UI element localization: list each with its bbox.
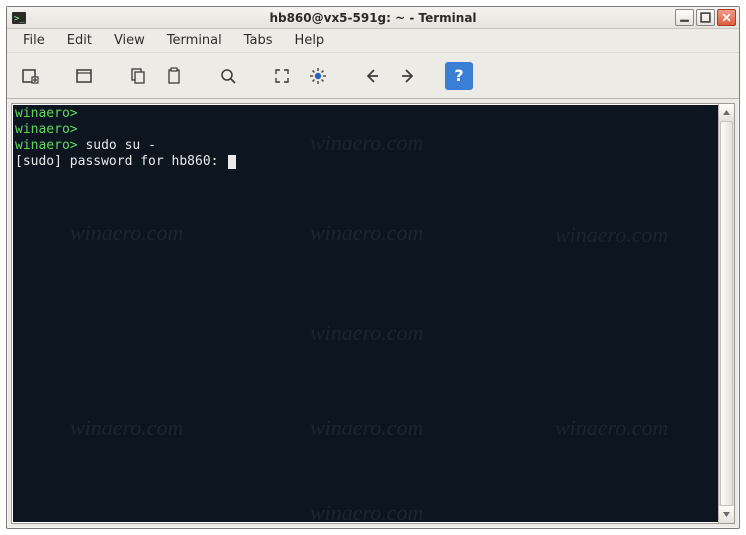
svg-text:>_: >_ bbox=[14, 14, 25, 24]
close-button[interactable] bbox=[717, 9, 736, 26]
scrollbar[interactable] bbox=[718, 104, 734, 523]
app-icon: >_ bbox=[11, 10, 27, 26]
scroll-up-icon[interactable] bbox=[719, 104, 734, 121]
terminal-line: [sudo] password for hb860: bbox=[15, 154, 731, 170]
window-controls bbox=[675, 9, 739, 26]
terminal-line: winaero> bbox=[15, 106, 731, 122]
back-icon[interactable] bbox=[355, 59, 389, 93]
window-title: hb860@vx5-591g: ~ - Terminal bbox=[7, 11, 739, 25]
terminal-container: winaero> winaero> winaero> sudo su - [su… bbox=[11, 103, 735, 524]
terminal-line: winaero> bbox=[15, 122, 731, 138]
terminal-output[interactable]: winaero> winaero> winaero> sudo su - [su… bbox=[13, 105, 733, 522]
copy-icon[interactable] bbox=[121, 59, 155, 93]
scroll-track[interactable] bbox=[719, 121, 734, 506]
new-window-icon[interactable] bbox=[67, 59, 101, 93]
menu-edit[interactable]: Edit bbox=[57, 30, 102, 51]
new-tab-icon[interactable] bbox=[13, 59, 47, 93]
menu-help[interactable]: Help bbox=[285, 30, 335, 51]
maximize-button[interactable] bbox=[696, 9, 715, 26]
menu-file[interactable]: File bbox=[13, 30, 55, 51]
scroll-thumb[interactable] bbox=[720, 121, 733, 506]
help-label: ? bbox=[454, 66, 463, 85]
menu-tabs[interactable]: Tabs bbox=[234, 30, 283, 51]
paste-icon[interactable] bbox=[157, 59, 191, 93]
search-icon[interactable] bbox=[211, 59, 245, 93]
terminal-line: winaero> sudo su - bbox=[15, 138, 731, 154]
scroll-down-icon[interactable] bbox=[719, 506, 734, 523]
settings-icon[interactable] bbox=[301, 59, 335, 93]
menubar: File Edit View Terminal Tabs Help bbox=[7, 29, 739, 53]
menu-view[interactable]: View bbox=[104, 30, 155, 51]
minimize-button[interactable] bbox=[675, 9, 694, 26]
forward-icon[interactable] bbox=[391, 59, 425, 93]
terminal-window: >_ hb860@vx5-591g: ~ - Terminal File Edi… bbox=[6, 6, 740, 529]
help-icon[interactable]: ? bbox=[445, 62, 473, 90]
fullscreen-icon[interactable] bbox=[265, 59, 299, 93]
titlebar[interactable]: >_ hb860@vx5-591g: ~ - Terminal bbox=[7, 7, 739, 29]
toolbar: ? bbox=[7, 53, 739, 99]
terminal-cursor bbox=[228, 155, 236, 169]
menu-terminal[interactable]: Terminal bbox=[157, 30, 232, 51]
